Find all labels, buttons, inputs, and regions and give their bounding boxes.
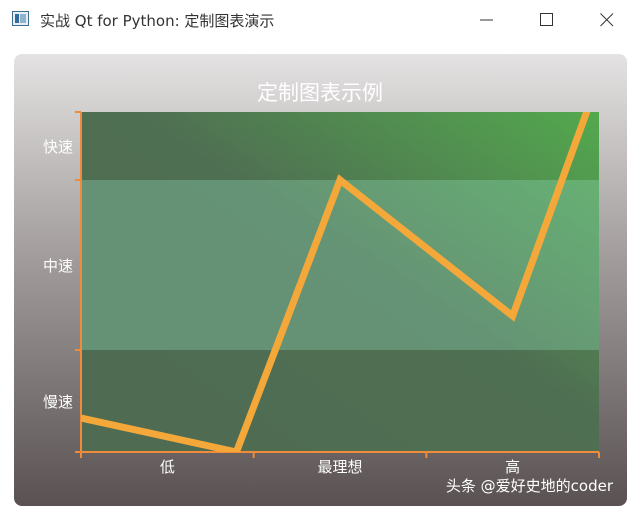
chart-svg: 定制图表示例 低 最理想 高 慢速 中速 快速 bbox=[43, 81, 600, 476]
chart-band bbox=[81, 180, 599, 350]
chart-title: 定制图表示例 bbox=[257, 81, 383, 105]
app-icon bbox=[12, 11, 29, 26]
maximize-button[interactable] bbox=[520, 0, 574, 40]
minimize-button[interactable] bbox=[460, 0, 514, 40]
x-category-label: 最理想 bbox=[317, 458, 362, 476]
x-category-label: 高 bbox=[505, 458, 520, 476]
y-category-label: 中速 bbox=[43, 257, 73, 275]
y-category-label: 慢速 bbox=[43, 393, 73, 411]
maximize-icon bbox=[540, 13, 553, 26]
minimize-icon bbox=[480, 19, 493, 21]
chart-panel: 定制图表示例 低 最理想 高 慢速 中速 快速 头条 @爱好史地的coder bbox=[14, 54, 627, 506]
window-titlebar: 实战 Qt for Python: 定制图表演示 bbox=[0, 0, 640, 40]
y-category-label: 快速 bbox=[43, 138, 73, 156]
close-button[interactable] bbox=[580, 0, 634, 40]
watermark: 头条 @爱好史地的coder bbox=[445, 477, 613, 495]
x-category-label: 低 bbox=[160, 458, 175, 476]
close-icon bbox=[600, 13, 614, 27]
window-title: 实战 Qt for Python: 定制图表演示 bbox=[40, 12, 275, 30]
